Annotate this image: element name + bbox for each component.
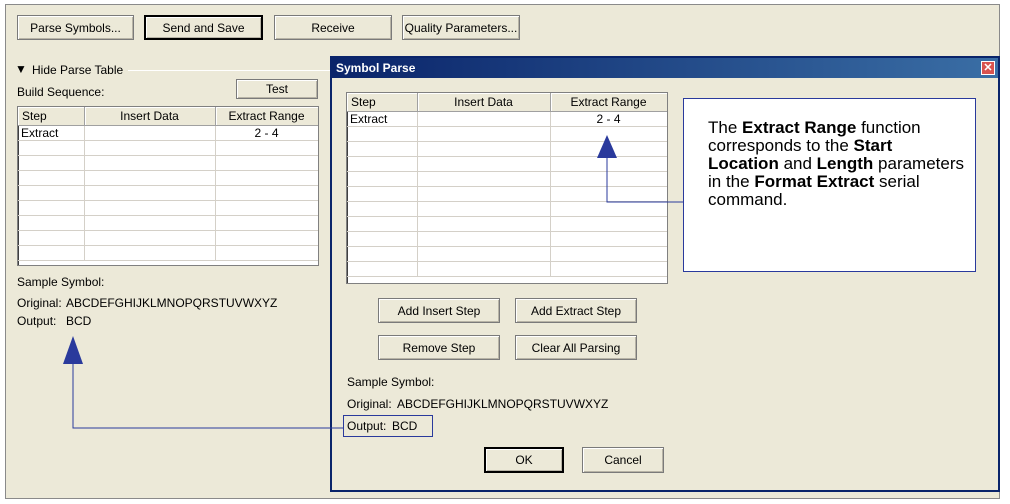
- callout-connector-line: [606, 155, 683, 203]
- arrowhead-up-icon: [597, 135, 617, 158]
- annotation-arrows: [63, 135, 683, 429]
- arrowhead-up-icon: [63, 336, 83, 364]
- output-connector-line: [72, 364, 343, 429]
